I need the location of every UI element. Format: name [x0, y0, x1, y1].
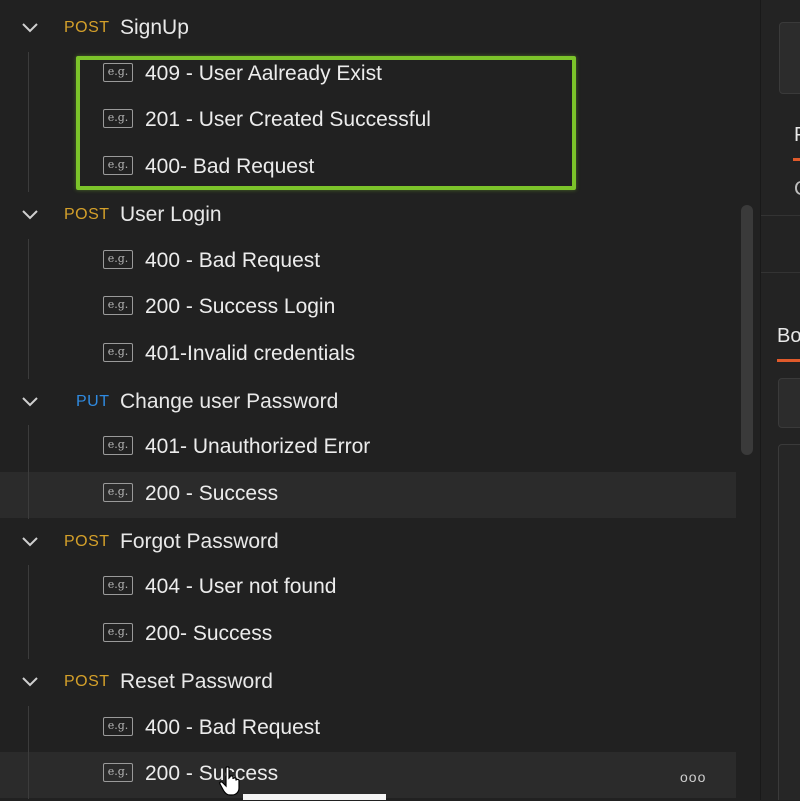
chevron-down-icon[interactable] [20, 394, 40, 410]
request-name: Change user Password [120, 389, 339, 413]
request-item[interactable]: POST Reset Password [0, 659, 736, 705]
chevron-down-icon[interactable] [20, 207, 40, 223]
request-item[interactable]: POST Forgot Password [0, 519, 736, 565]
example-item[interactable]: e.g. 400 - Bad Request [0, 706, 736, 752]
divider-line [761, 215, 800, 216]
example-label: 200 - Success Login [145, 295, 336, 319]
example-icon: e.g. [103, 156, 133, 176]
example-item[interactable]: e.g. 201 - User Created Successful [0, 98, 736, 144]
collection-sidebar: POST SignUp e.g. 409 - User Aalready Exist e… [0, 0, 760, 800]
example-label: 409 - User Aalready Exist [145, 61, 382, 85]
example-label: 400 - Bad Request [145, 715, 321, 739]
example-label: 401- Unauthorized Error [145, 435, 371, 459]
example-item[interactable]: e.g. 200 - Success Login [0, 285, 736, 331]
method-badge: PUT [76, 392, 110, 410]
body-editor[interactable] [778, 444, 800, 800]
example-icon: e.g. [103, 576, 133, 596]
example-icon: e.g. [103, 109, 133, 129]
example-item[interactable]: e.g. 404 - User not found [0, 565, 736, 611]
chevron-down-icon[interactable] [20, 674, 40, 690]
example-label: 400- Bad Request [145, 155, 315, 179]
tree-guide-line [28, 51, 29, 192]
example-icon: e.g. [103, 296, 133, 316]
example-item[interactable]: e.g. 200- Success [0, 612, 736, 658]
example-icon: e.g. [103, 342, 133, 362]
url-bar[interactable] [779, 22, 800, 94]
hand-cursor-icon [218, 766, 244, 796]
active-tab-underline [793, 158, 800, 161]
sidebar-scrollbar[interactable] [741, 205, 753, 455]
request-name: User Login [120, 202, 222, 226]
request-name: Reset Password [120, 669, 273, 693]
tree-guide-line [28, 425, 29, 519]
example-label: 401-Invalid credentials [145, 341, 356, 365]
example-label: 400 - Bad Request [145, 248, 321, 272]
caption-bar [243, 794, 386, 800]
request-name: Forgot Password [120, 529, 279, 553]
example-icon: e.g. [103, 249, 133, 269]
example-label: 200 - Success [145, 482, 279, 505]
example-icon: e.g. [103, 623, 133, 643]
more-actions-button[interactable]: ooo [680, 769, 706, 785]
method-badge: POST [64, 19, 110, 36]
example-label: 200- Success [145, 622, 273, 646]
example-icon: e.g. [103, 763, 133, 783]
method-badge: POST [64, 205, 110, 223]
example-label: 200 - Success [145, 762, 279, 786]
divider-line [761, 272, 800, 273]
body-tab-underline [777, 359, 800, 362]
tree-guide-line [28, 238, 29, 379]
method-badge: POST [64, 672, 110, 690]
tab-partial-label[interactable]: C [794, 178, 800, 201]
request-item[interactable]: PUT Change user Password [0, 379, 736, 425]
tree-guide-line [28, 565, 29, 659]
example-item[interactable]: e.g. 409 - User Aalready Exist [0, 52, 736, 98]
example-icon: e.g. [103, 483, 133, 502]
example-item[interactable]: e.g. 401- Unauthorized Error [0, 425, 736, 471]
tab-body-partial[interactable]: Bo [777, 325, 800, 348]
tab-params-partial[interactable]: P [794, 124, 800, 147]
chevron-down-icon[interactable] [20, 20, 40, 36]
example-item[interactable]: e.g. 400- Bad Request [0, 145, 736, 191]
example-item[interactable]: e.g. 400 - Bad Request [0, 239, 736, 285]
example-item[interactable]: e.g. 200 - Success ooo [0, 752, 736, 799]
request-name: SignUp [120, 16, 189, 39]
example-icon: e.g. [103, 436, 133, 456]
chevron-down-icon[interactable] [20, 534, 40, 550]
example-label: 404 - User not found [145, 575, 337, 599]
method-badge: POST [64, 532, 110, 550]
tree-guide-line [28, 705, 29, 799]
request-panel: P C Bo [761, 0, 800, 800]
example-label: 201 - User Created Successful [145, 108, 431, 132]
request-item[interactable]: POST User Login [0, 192, 736, 238]
example-icon: e.g. [103, 62, 133, 82]
example-icon: e.g. [103, 716, 133, 736]
body-type-selector[interactable] [778, 378, 800, 428]
example-item[interactable]: e.g. 200 - Success [0, 472, 736, 518]
example-item[interactable]: e.g. 401-Invalid credentials [0, 332, 736, 378]
request-item[interactable]: POST SignUp [0, 5, 736, 51]
